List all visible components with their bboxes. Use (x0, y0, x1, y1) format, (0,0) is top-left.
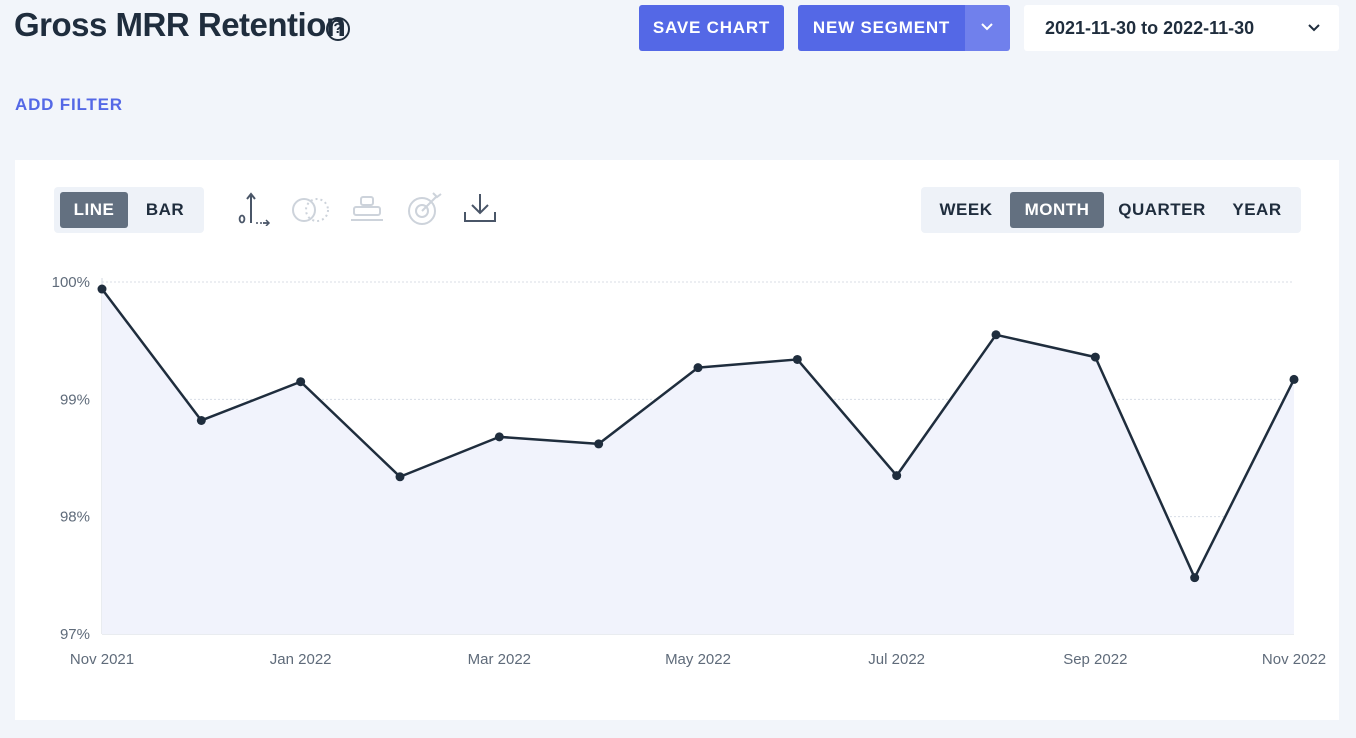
data-point (1190, 573, 1200, 583)
segment-dropdown-toggle[interactable] (965, 5, 1010, 51)
y-tick-label: 97% (60, 626, 90, 643)
data-point (196, 415, 206, 425)
data-point (892, 471, 902, 481)
x-tick-label: Jan 2022 (270, 651, 332, 668)
x-tick-label: Nov 2022 (1262, 651, 1326, 668)
x-tick-label: Mar 2022 (468, 651, 531, 668)
page-title: Gross MRR Retention (14, 6, 346, 43)
data-point (97, 284, 107, 294)
data-point (395, 472, 405, 482)
x-tick-label: May 2022 (665, 651, 731, 668)
y-tick-label: 100% (52, 274, 90, 291)
series-area (102, 289, 1294, 634)
data-point (1289, 374, 1299, 384)
help-icon[interactable]: ? (326, 17, 350, 41)
x-tick-label: Nov 2021 (70, 651, 134, 668)
new-segment-button[interactable]: NEW SEGMENT (798, 5, 965, 51)
chevron-down-icon (1308, 24, 1320, 32)
data-point (792, 354, 802, 364)
data-point (991, 330, 1001, 340)
x-tick-label: Jul 2022 (868, 651, 925, 668)
add-filter-link[interactable]: ADD FILTER (15, 95, 123, 115)
date-range-value: 2021-11-30 to 2022-11-30 (1045, 18, 1255, 38)
data-point (594, 439, 604, 449)
x-tick-label: Sep 2022 (1063, 651, 1127, 668)
y-tick-label: 99% (60, 391, 90, 408)
date-range-select[interactable]: 2021-11-30 to 2022-11-30 (1024, 5, 1339, 51)
data-point (494, 432, 504, 442)
data-point (693, 363, 703, 373)
data-point (1090, 352, 1100, 362)
chevron-down-icon (981, 23, 993, 31)
data-point (296, 377, 306, 387)
retention-line-chart: 100% 99% 98% 97% Nov 2021 Jan 2022 Mar 2022 May… (52, 274, 1326, 668)
save-chart-button[interactable]: SAVE CHART (639, 5, 784, 51)
y-tick-label: 98% (60, 509, 90, 526)
chart-card: LINE BAR WEEK MONTH QUARTER YEAR 100% 99%… (15, 160, 1339, 720)
